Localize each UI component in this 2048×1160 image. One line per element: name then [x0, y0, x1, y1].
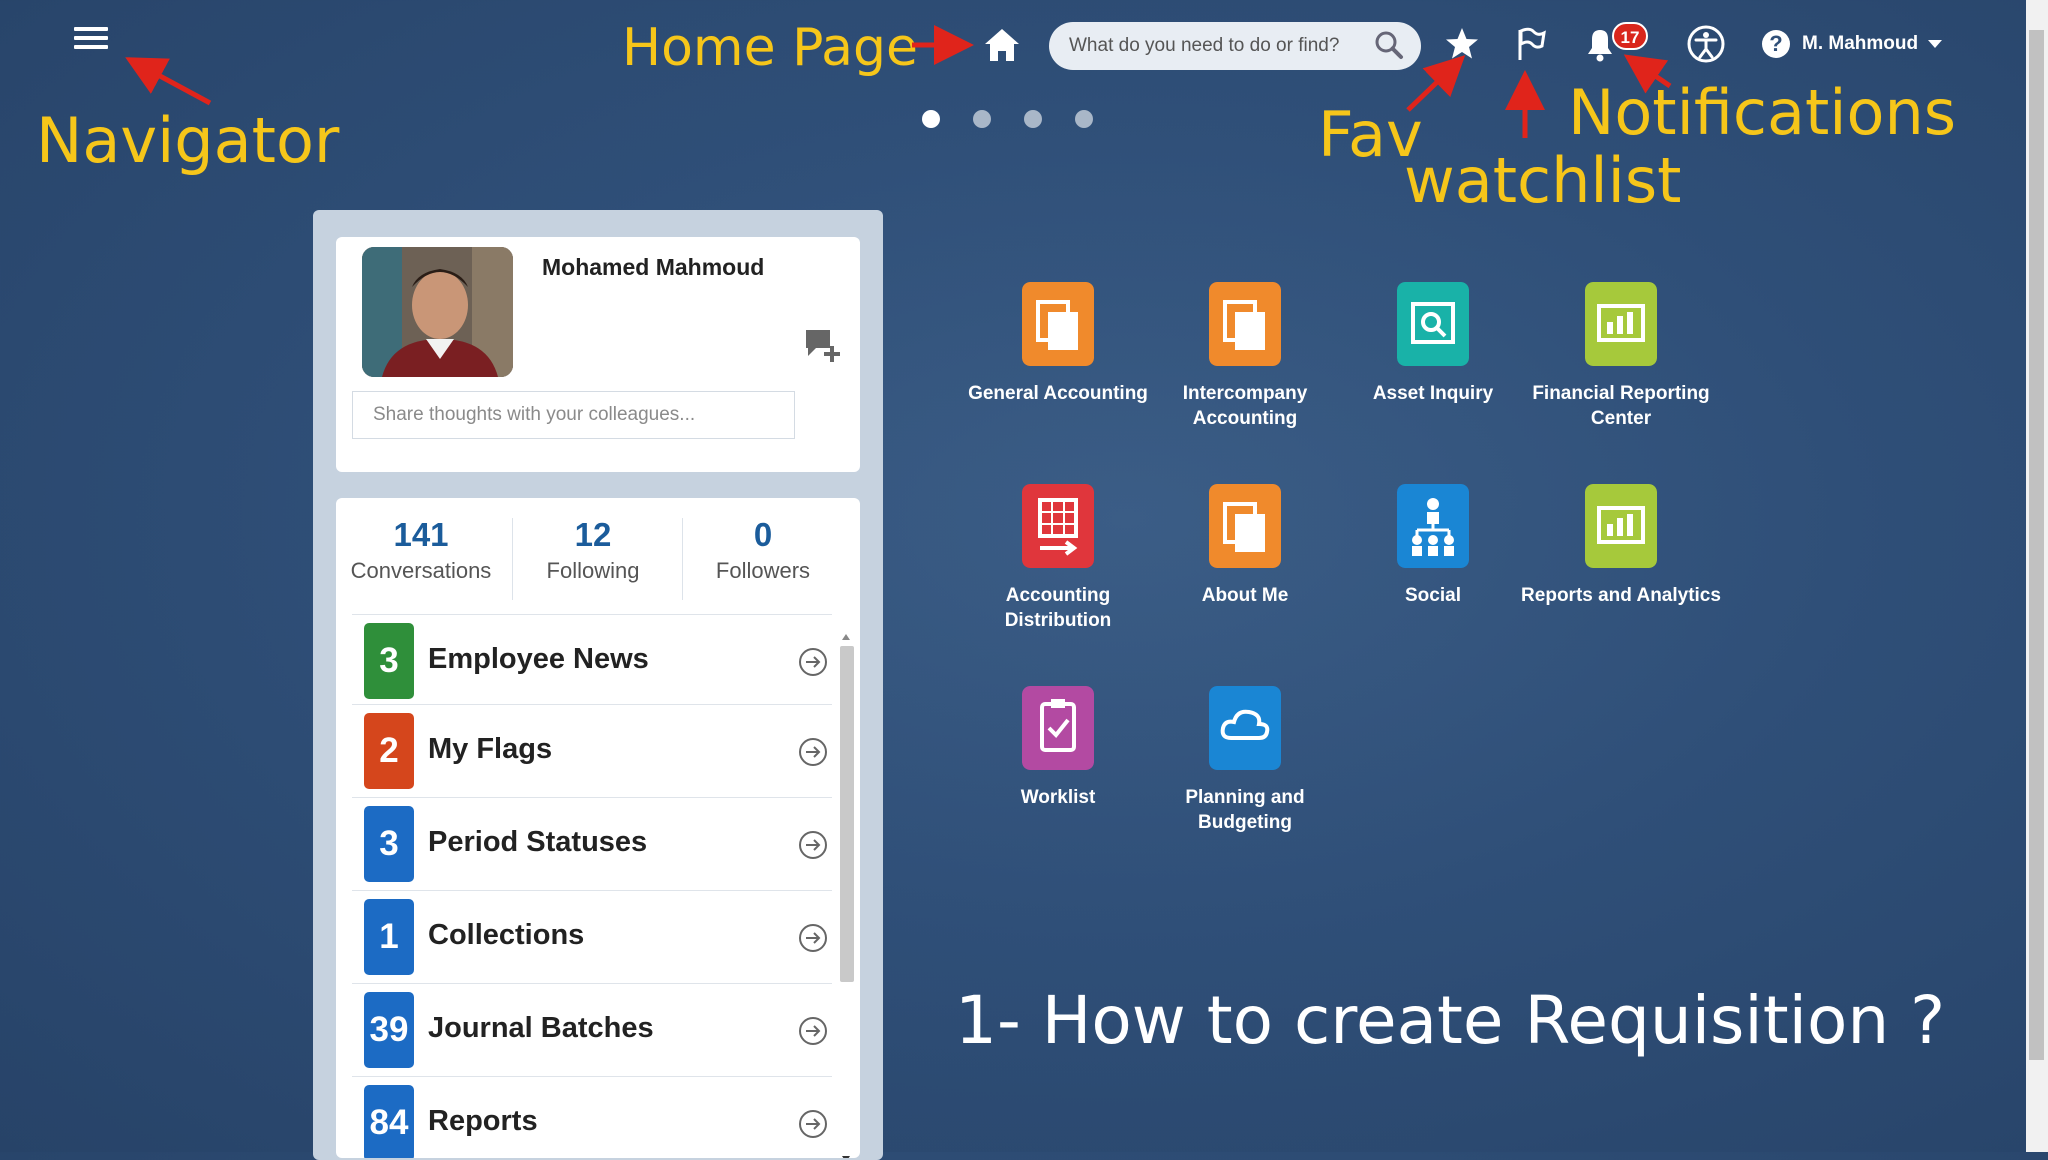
stats-card: 141 Conversations 12 Following 0 Followe…	[336, 498, 860, 1158]
stat-label: Following	[546, 558, 640, 583]
list-item-collections[interactable]: 1 Collections	[352, 890, 832, 981]
list-item-label: Period Statuses	[428, 826, 648, 858]
count-badge: 39	[364, 992, 414, 1068]
stat-label: Followers	[715, 558, 811, 583]
add-conversation-icon[interactable]	[802, 326, 842, 366]
list-item-my-flags[interactable]: 2 My Flags	[352, 704, 832, 795]
global-search[interactable]	[1049, 22, 1421, 70]
app-tile-label: Social	[1405, 585, 1461, 606]
count-badge: 3	[364, 806, 414, 882]
search-icon[interactable]	[1373, 30, 1405, 62]
app-tile-about-me[interactable]: About Me	[1145, 484, 1345, 608]
app-tile-label: Financial Reporting Center	[1532, 383, 1710, 429]
app-tile-financial-reporting-center[interactable]: Financial Reporting Center	[1521, 282, 1721, 431]
count-badge: 84	[364, 1085, 414, 1158]
profile-name[interactable]: Mohamed Mahmoud	[542, 254, 764, 281]
list-scroll-thumb[interactable]	[840, 646, 854, 982]
stat-following[interactable]: 12 Following	[508, 516, 678, 584]
annotation-watchlist: watchlist	[1404, 144, 1682, 217]
app-tile-label: General Accounting	[968, 383, 1148, 404]
video-caption-title: 1- How to create Requisition ?	[955, 982, 1946, 1059]
notification-count-badge[interactable]: 17	[1612, 22, 1648, 50]
app-tile-social[interactable]: Social	[1333, 484, 1533, 608]
page-dot-3[interactable]	[1024, 110, 1042, 128]
app-tile-label: About Me	[1201, 585, 1289, 606]
app-tile-label: Worklist	[1020, 787, 1096, 808]
app-tile-label: Accounting Distribution	[1004, 585, 1112, 631]
window-scroll-thumb[interactable]	[2029, 30, 2044, 1060]
stat-value: 141	[393, 516, 449, 553]
list-item-period-statuses[interactable]: 3 Period Statuses	[352, 797, 832, 888]
go-arrow-icon[interactable]	[798, 1109, 828, 1139]
page-dot-2[interactable]	[973, 110, 991, 128]
page-dot-1[interactable]	[922, 110, 940, 128]
worklist-summary-list: 3 Employee News 2 My Flags 3 Period Stat…	[352, 614, 842, 1158]
list-item-label: Reports	[428, 1105, 538, 1137]
app-tile-general-accounting[interactable]: General Accounting	[958, 282, 1158, 406]
report-chart-icon	[1585, 282, 1657, 366]
springboard-page-dots	[922, 110, 1093, 128]
go-arrow-icon[interactable]	[798, 737, 828, 767]
page-dot-4[interactable]	[1075, 110, 1093, 128]
accessibility-icon[interactable]	[1684, 22, 1728, 66]
app-tile-intercompany-accounting[interactable]: Intercompany Accounting	[1145, 282, 1345, 431]
app-tile-reports-and-analytics[interactable]: Reports and Analytics	[1521, 484, 1721, 608]
clipboard-check-icon	[1022, 686, 1094, 770]
chevron-down-icon[interactable]	[1928, 40, 1943, 48]
go-arrow-icon[interactable]	[798, 1016, 828, 1046]
documents-icon	[1209, 282, 1281, 366]
count-badge: 2	[364, 713, 414, 789]
count-badge: 3	[364, 623, 414, 699]
org-people-icon	[1397, 484, 1469, 568]
list-item-label: My Flags	[428, 733, 553, 765]
stat-value: 0	[753, 516, 773, 553]
watchlist-flag-icon[interactable]	[1508, 22, 1552, 66]
avatar[interactable]	[362, 247, 513, 377]
app-tile-label: Planning and Budgeting	[1185, 787, 1305, 833]
ledger-arrow-icon	[1022, 484, 1094, 568]
report-chart-icon	[1585, 484, 1657, 568]
stat-label: Conversations	[350, 558, 492, 583]
app-tile-label: Intercompany Accounting	[1182, 383, 1308, 429]
navigator-menu-icon[interactable]	[74, 22, 108, 56]
arrow-navigator	[125, 57, 212, 106]
count-badge: 1	[364, 899, 414, 975]
app-tile-worklist[interactable]: Worklist	[958, 686, 1158, 810]
annotation-notifications: Notifications	[1568, 76, 1957, 149]
stat-followers[interactable]: 0 Followers	[678, 516, 848, 584]
list-item-label: Collections	[428, 919, 585, 951]
list-item-journal-batches[interactable]: 39 Journal Batches	[352, 983, 832, 1074]
go-arrow-icon[interactable]	[798, 923, 828, 953]
app-tile-asset-inquiry[interactable]: Asset Inquiry	[1333, 282, 1533, 406]
annotation-navigator: Navigator	[36, 104, 340, 177]
cloud-icon	[1209, 686, 1281, 770]
go-arrow-icon[interactable]	[798, 830, 828, 860]
home-icon[interactable]	[982, 26, 1022, 64]
documents-icon	[1209, 484, 1281, 568]
help-icon[interactable]: ?	[1762, 30, 1790, 58]
list-item-employee-news[interactable]: 3 Employee News	[352, 614, 832, 705]
favorites-star-icon[interactable]	[1440, 22, 1484, 66]
asset-search-icon	[1397, 282, 1469, 366]
search-input[interactable]	[1067, 34, 1371, 58]
stat-value: 12	[574, 516, 612, 553]
app-tile-label: Reports and Analytics	[1521, 585, 1721, 606]
user-menu[interactable]: ? M. Mahmoud	[1762, 28, 1943, 60]
documents-icon	[1022, 282, 1094, 366]
go-arrow-icon[interactable]	[798, 647, 828, 677]
list-item-reports[interactable]: 84 Reports	[352, 1076, 832, 1158]
list-item-label: Journal Batches	[428, 1012, 654, 1044]
list-item-label: Employee News	[428, 643, 649, 675]
stat-conversations[interactable]: 141 Conversations	[336, 516, 506, 584]
share-thoughts-input[interactable]	[352, 391, 795, 439]
app-tile-planning-and-budgeting[interactable]: Planning and Budgeting	[1145, 686, 1345, 835]
app-tile-label: Asset Inquiry	[1372, 383, 1494, 404]
user-name[interactable]: M. Mahmoud	[1802, 33, 1918, 55]
app-tile-accounting-distribution[interactable]: Accounting Distribution	[958, 484, 1158, 633]
annotation-home-page: Home Page	[622, 18, 918, 78]
